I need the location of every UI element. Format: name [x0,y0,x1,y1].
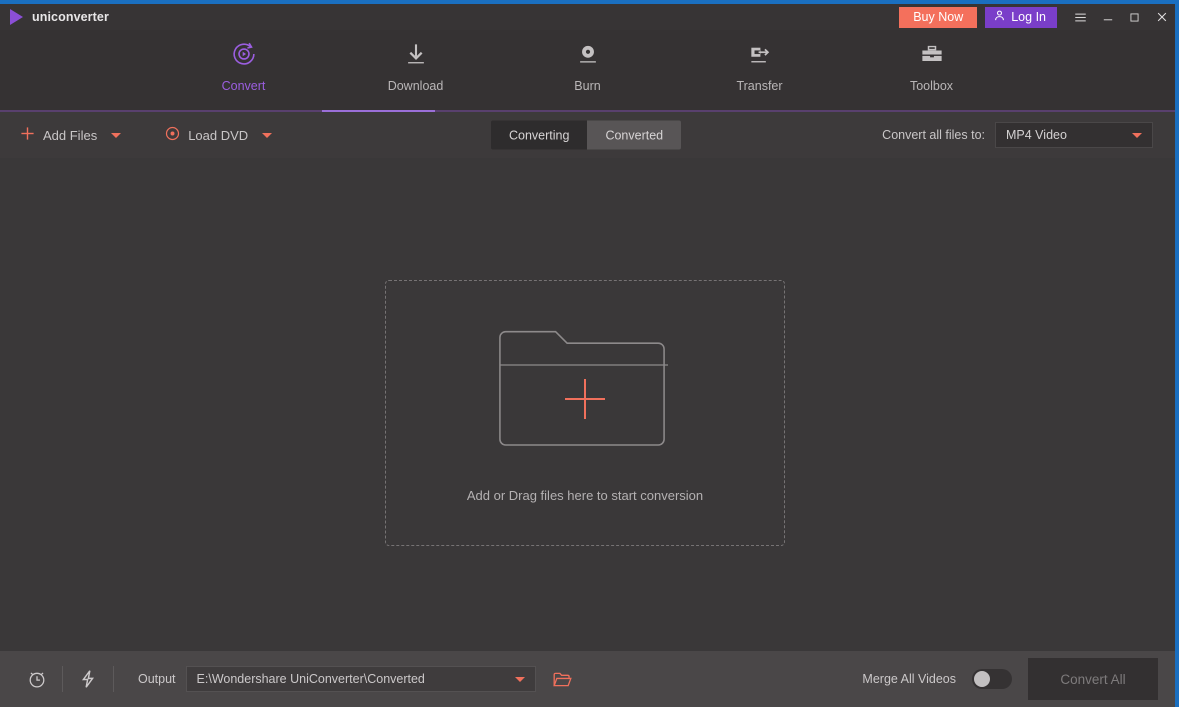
plus-icon [20,126,35,144]
nav-label-toolbox: Toolbox [909,79,954,93]
disc-icon [165,126,180,144]
title-bar-controls: Buy Now Log In [899,4,1175,30]
merge-all-videos-toggle[interactable] [972,669,1012,689]
alarm-clock-icon[interactable] [20,662,54,696]
transfer-device-arrow-icon [745,38,774,70]
brand: uniconverter [8,9,109,25]
minimize-icon[interactable] [1094,4,1121,30]
add-files-dropdown-chevron-down-icon[interactable] [111,132,122,138]
toolbox-icon [918,38,946,70]
log-in-label: Log In [1011,10,1046,24]
nav-label-burn: Burn [574,79,601,93]
open-folder-icon[interactable] [548,664,578,694]
app-title: uniconverter [32,10,109,24]
play-triangle-icon [10,9,23,25]
load-dvd-button[interactable]: Load DVD [161,120,252,150]
tab-converted[interactable]: Converted [587,120,682,150]
output-format-value: MP4 Video [1006,128,1067,142]
toggle-knob [974,671,990,687]
load-dvd-label: Load DVD [188,127,249,143]
main-navigation: Convert Download Burn Transfer Toolbox [0,30,1175,112]
nav-item-transfer[interactable]: Transfer [705,38,815,93]
merge-all-videos-label: Merge All Videos [862,672,956,686]
tab-converting[interactable]: Converting [491,120,588,150]
hamburger-menu-icon[interactable] [1067,4,1094,30]
window-buttons [1067,4,1175,30]
maximize-icon[interactable] [1121,4,1148,30]
load-dvd-group: Load DVD [161,120,273,150]
output-label: Output [138,672,176,686]
output-chevron-down-icon[interactable] [514,676,525,682]
nav-label-transfer: Transfer [736,79,783,93]
main-content: Add or Drag files here to start conversi… [0,158,1175,651]
log-in-button[interactable]: Log In [985,6,1057,28]
bottom-bar-actions: Merge All Videos Convert All [862,658,1158,700]
convert-all-to-label: Convert all files to: [882,128,985,142]
output-path-select[interactable]: E:\Wondershare UniConverter\Converted [185,666,536,692]
nav-item-burn[interactable]: Burn [533,38,643,93]
close-icon[interactable] [1148,4,1175,30]
output-format-group: Convert all files to: MP4 Video [882,122,1153,148]
convert-circular-play-icon [229,38,259,70]
app-window: uniconverter Buy Now Log In Convert Down… [0,0,1179,707]
title-bar: uniconverter Buy Now Log In [0,4,1175,30]
add-files-label: Add Files [43,127,98,143]
file-dropzone[interactable]: Add or Drag files here to start conversi… [385,280,785,546]
lightning-bolt-icon[interactable] [71,662,105,696]
dropzone-label: Add or Drag files here to start conversi… [466,487,704,503]
user-icon [993,9,1006,25]
bottom-bar: Output E:\Wondershare UniConverter\Conve… [0,651,1175,707]
divider [113,666,114,692]
nav-item-convert[interactable]: Convert [189,38,299,93]
divider [62,666,63,692]
add-files-group: Add Files [16,120,122,150]
add-files-button[interactable]: Add Files [16,120,101,150]
buy-now-button[interactable]: Buy Now [899,6,978,28]
status-tabs: Converting Converted [491,120,682,150]
output-path-value: E:\Wondershare UniConverter\Converted [196,672,425,686]
output-format-select[interactable]: MP4 Video [995,122,1153,148]
nav-item-toolbox[interactable]: Toolbox [877,38,987,93]
download-arrow-icon [402,38,430,70]
format-chevron-down-icon[interactable] [1132,132,1142,138]
nav-label-convert: Convert [221,79,266,93]
nav-item-download[interactable]: Download [361,38,471,93]
convert-all-button[interactable]: Convert All [1028,658,1158,700]
nav-label-download: Download [387,79,444,93]
action-toolbar: Add Files Load DVD Converting Converted [0,112,1175,158]
load-dvd-dropdown-chevron-down-icon[interactable] [262,132,273,138]
folder-with-plus-icon [498,324,673,452]
burn-disc-icon [574,38,602,70]
